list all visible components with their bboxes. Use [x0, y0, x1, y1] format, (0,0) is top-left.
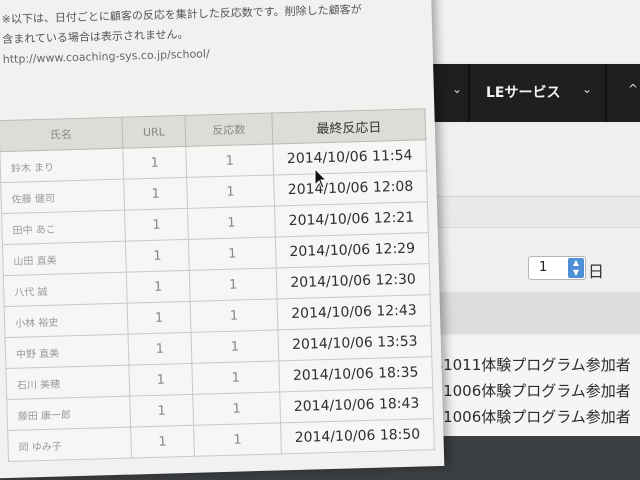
day-label: 日	[588, 262, 605, 281]
cell-name: 佐藤 健司	[0, 179, 125, 214]
cell-url: 1	[127, 301, 191, 335]
date-filter-form: 月 1 ▲▼ 日	[410, 228, 640, 290]
cell-date: 2014/10/06 12:30	[276, 263, 431, 299]
cell-url: 1	[128, 332, 192, 366]
list-item[interactable]: 141006体験プログラム参加者	[424, 380, 631, 401]
cell-url: 1	[122, 146, 187, 180]
background-header	[410, 0, 640, 62]
cell-name: 岡 ゆみ子	[7, 427, 132, 462]
cell-date: 2014/10/06 12:43	[277, 294, 431, 330]
list-item[interactable]: 141011体験プログラム参加者	[424, 354, 631, 375]
cell-date: 2014/10/06 12:21	[274, 201, 429, 237]
cell-name: 鈴木 まり	[0, 148, 124, 183]
cell-name: 田中 あこ	[1, 210, 126, 245]
cell-name: 八代 誠	[3, 272, 128, 307]
mouse-pointer-icon	[314, 168, 328, 189]
cell-date: 2014/10/06 18:43	[279, 387, 434, 423]
cell-name: 石川 美穂	[5, 365, 130, 400]
chevron-down-icon[interactable]: ⌄	[452, 82, 462, 96]
cell-count: 1	[191, 360, 280, 395]
cell-name: 中野 直美	[5, 334, 129, 369]
spinner-arrows-icon[interactable]: ▲ ▼	[568, 258, 584, 278]
cell-url: 1	[124, 208, 189, 242]
list-item[interactable]: 141006体験プログラム参加者	[424, 406, 631, 427]
cell-date: 2014/10/06 13:53	[277, 325, 432, 361]
cell-count: 1	[190, 298, 278, 333]
filter-bar	[410, 292, 640, 334]
cell-url: 1	[126, 270, 191, 304]
cell-count: 1	[192, 391, 281, 426]
cell-date: 2014/10/06 18:50	[280, 418, 435, 454]
main-nav-bar: ⌄ LEサービス ⌄ ^	[410, 64, 640, 122]
reaction-table: 氏名 URL 反応数 最終反応日 鈴木 まり 1 1 2014/10/06 11…	[0, 108, 435, 462]
nav-divider	[605, 64, 607, 122]
report-description: ※以下は、日付ごとに顧客の反応を集計した反応数です。削除した顧客が 含まれている…	[1, 0, 423, 70]
nav-item-next-icon[interactable]: ^	[628, 82, 638, 96]
background-window: ⌄ LEサービス ⌄ ^ 月 1 ▲▼ 日 141011体験プログラム参加者 1…	[410, 0, 640, 436]
cell-date: 2014/10/06 12:08	[273, 170, 428, 206]
cell-count: 1	[190, 329, 279, 364]
reaction-report-window: ※以下は、日付ごとに顧客の反応を集計した反応数です。削除した顧客が 含まれている…	[0, 0, 445, 480]
cell-count: 1	[189, 267, 278, 302]
cell-url: 1	[123, 177, 188, 211]
content-divider	[410, 196, 640, 228]
cell-count: 1	[187, 205, 276, 240]
nav-divider	[468, 64, 470, 122]
day-number-input[interactable]: 1 ▲ ▼	[528, 256, 586, 280]
cell-name: 藤田 康一郎	[6, 396, 131, 431]
header-last-reaction-date[interactable]: 最終反応日	[271, 108, 426, 145]
program-list: 141011体験プログラム参加者 141006体験プログラム参加者 141006…	[410, 336, 640, 436]
content-panel	[410, 124, 640, 194]
cell-date: 2014/10/06 12:29	[275, 232, 430, 268]
header-reaction-count[interactable]: 反応数	[184, 113, 273, 147]
cell-name: 小林 裕史	[4, 303, 129, 338]
cell-count: 1	[188, 236, 277, 271]
day-value: 1	[539, 260, 548, 275]
cell-count: 1	[193, 422, 282, 457]
header-url[interactable]: URL	[121, 115, 186, 149]
cell-url: 1	[129, 394, 194, 428]
cell-url: 1	[125, 239, 190, 273]
header-name[interactable]: 氏名	[0, 117, 123, 152]
nav-item-le-service[interactable]: LEサービス	[486, 82, 560, 102]
cell-name: 山田 直美	[2, 241, 127, 276]
cell-date: 2014/10/06 18:35	[278, 356, 433, 392]
cell-date: 2014/10/06 11:54	[272, 139, 427, 175]
cell-url: 1	[130, 425, 195, 459]
cell-count: 1	[185, 144, 274, 178]
chevron-down-icon[interactable]: ⌄	[582, 82, 592, 96]
cell-count: 1	[186, 174, 275, 209]
cell-url: 1	[128, 363, 193, 397]
